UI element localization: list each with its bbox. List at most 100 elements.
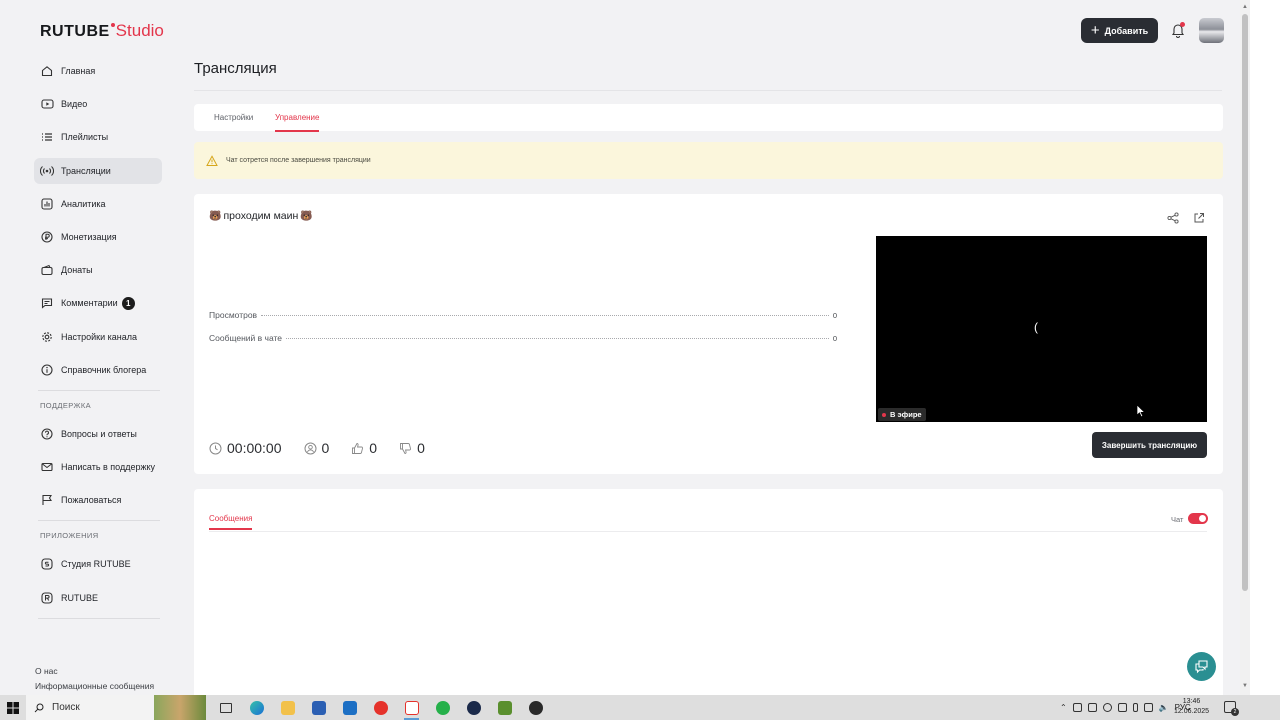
gear-icon (40, 330, 54, 344)
outlook-icon[interactable] (334, 695, 365, 720)
game-app-icon[interactable] (520, 695, 551, 720)
apps-section-title: ПРИЛОЖЕНИЯ (40, 531, 99, 541)
chat-bubbles-icon (1195, 660, 1208, 674)
cloud-icon[interactable] (1102, 703, 1112, 712)
warning-icon (206, 154, 218, 167)
volume-icon[interactable]: 🔈 (1159, 703, 1169, 712)
sidebar-item-label: Донаты (61, 265, 93, 276)
tray-app-icon[interactable] (1087, 703, 1097, 712)
search-highlight-image[interactable] (154, 695, 206, 720)
system-tray: ⌃ 🔈 РУС (1060, 695, 1191, 720)
support-section-title: ПОДДЕРЖКА (40, 400, 92, 410)
user-avatar[interactable] (1199, 18, 1224, 43)
minecraft-icon[interactable] (489, 695, 520, 720)
loading-spinner: ( (1034, 320, 1038, 334)
taskbar-clock[interactable]: 13:46 12.06.2025 (1174, 697, 1209, 717)
windows-logo-icon (7, 701, 19, 714)
stream-video-preview[interactable]: ( В эфире (876, 236, 1207, 422)
sidebar-item-label: Вопросы и ответы (61, 428, 137, 439)
viewers-metric: 0 (304, 440, 330, 456)
network-icon[interactable] (1143, 703, 1153, 712)
question-icon (40, 427, 54, 441)
page-title: Трансляция (194, 60, 277, 77)
sidebar-item-label: Пожаловаться (61, 495, 122, 506)
sidebar-divider (38, 389, 160, 391)
sidebar-item-label: Трансляции (61, 165, 111, 176)
sidebar-item-playlists[interactable]: Плейлисты (34, 124, 162, 150)
footer-link-about[interactable]: О нас (35, 664, 154, 679)
taskbar-search-label: Поиск (52, 702, 80, 713)
chat-toggle-switch[interactable] (1188, 513, 1208, 524)
notification-dot (1180, 22, 1185, 27)
yandex-icon[interactable] (365, 695, 396, 720)
ruble-icon (40, 230, 54, 244)
add-button[interactable]: + Добавить (1081, 18, 1158, 43)
sidebar-item-analytics[interactable]: Аналитика (34, 191, 162, 217)
tray-chevron-icon[interactable]: ⌃ (1060, 703, 1067, 712)
sidebar-item-report[interactable]: Пожаловаться (34, 487, 162, 513)
sidebar-nav: Главная Видео Плейлисты Трансляции Анали… (34, 58, 162, 629)
tab-settings[interactable]: Настройки (214, 113, 253, 122)
end-stream-button[interactable]: Завершить трансляцию (1092, 432, 1207, 458)
logo-suffix-text: Studio (115, 21, 164, 40)
edge-browser-icon[interactable] (241, 695, 272, 720)
stream-card: 🐻 проходим маин 🐻 Просмотров 0 Сообщений… (194, 194, 1223, 474)
logo-brand-text: RUTUBE (40, 23, 110, 40)
microphone-icon[interactable] (1132, 703, 1138, 712)
share-icon[interactable] (1167, 211, 1179, 224)
store-icon[interactable] (303, 695, 334, 720)
sidebar-item-contact-support[interactable]: Написать в поддержку (34, 454, 162, 480)
sidebar-item-video[interactable]: Видео (34, 91, 162, 117)
stream-timer: 00:00:00 (227, 440, 282, 456)
stat-chat-messages-label: Сообщений в чате (209, 333, 283, 343)
sidebar-item-blogger-guide[interactable]: Справочник блогера (34, 357, 162, 383)
rutube-studio-logo[interactable]: RUTUBE Studio (40, 21, 164, 41)
viewers-count: 0 (321, 440, 330, 456)
whatsapp-icon[interactable] (427, 695, 458, 720)
plus-icon: + (1090, 22, 1100, 39)
sidebar-item-home[interactable]: Главная (34, 58, 162, 84)
tab-management[interactable]: Управление (275, 113, 320, 132)
chat-toggle-label: Чат (1171, 515, 1184, 524)
stat-views-label: Просмотров (209, 310, 258, 320)
taskbar-search[interactable]: Поиск (26, 695, 154, 720)
broadcast-icon (40, 164, 54, 178)
support-chat-button[interactable] (1187, 652, 1216, 681)
page-scrollbar[interactable]: ▲ ▼ (1240, 0, 1250, 695)
bear-emoji-icon: 🐻 (209, 210, 222, 222)
windows-taskbar: Поиск ⌃ 🔈 РУС 13:46 12.06.2025 2 (0, 695, 1280, 720)
notification-center-icon[interactable]: 2 (1224, 701, 1239, 716)
scroll-down-icon[interactable]: ▼ (1242, 683, 1248, 689)
open-external-icon[interactable] (1193, 211, 1205, 223)
tray-app-icon[interactable] (1117, 703, 1127, 712)
sidebar-item-rutube-app[interactable]: RUTUBE (34, 585, 162, 611)
window-edge (1250, 0, 1280, 695)
search-icon (34, 703, 44, 712)
sidebar-item-broadcasts[interactable]: Трансляции (34, 157, 162, 184)
file-explorer-icon[interactable] (272, 695, 303, 720)
analytics-icon (40, 197, 54, 211)
sidebar-item-monetization[interactable]: Монетизация (34, 224, 162, 250)
clock-date: 12.06.2025 (1174, 708, 1210, 715)
dislikes-metric: 0 (399, 440, 425, 456)
notifications-bell-icon[interactable] (1170, 22, 1186, 38)
playlist-icon (40, 130, 54, 144)
sidebar-item-comments[interactable]: Комментарии 1 (34, 290, 162, 316)
sidebar-item-donations[interactable]: Донаты (34, 257, 162, 283)
scrollbar-thumb[interactable] (1242, 14, 1248, 591)
sidebar-item-studio-app[interactable]: Студия RUTUBE (34, 551, 162, 577)
tab-messages[interactable]: Сообщения (209, 514, 253, 530)
sidebar-item-label: Главная (61, 66, 96, 76)
yandex-browser-icon[interactable] (396, 695, 427, 720)
task-view-icon[interactable] (210, 695, 241, 720)
footer-link-info-messages[interactable]: Информационные сообщения (35, 679, 154, 694)
sidebar-divider (38, 520, 160, 522)
sidebar-item-channel-settings[interactable]: Настройки канала (34, 324, 162, 350)
likes-count: 0 (369, 440, 378, 456)
sidebar-item-faq[interactable]: Вопросы и ответы (34, 421, 162, 447)
bear-emoji-icon: 🐻 (300, 210, 313, 222)
windows-start-button[interactable] (0, 695, 26, 720)
scroll-up-icon[interactable]: ▲ (1242, 4, 1248, 10)
steam-icon[interactable] (458, 695, 489, 720)
tray-app-icon[interactable] (1072, 703, 1082, 712)
